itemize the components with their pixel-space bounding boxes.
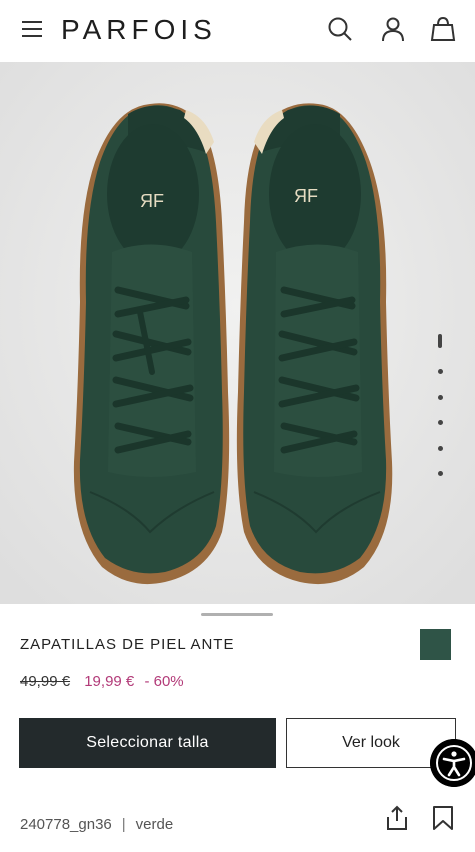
gallery-dot[interactable] [438,446,443,451]
accessibility-icon[interactable] [430,739,475,787]
sale-price: 19,99 € [84,673,135,690]
bag-icon[interactable] [430,16,456,42]
insole-logo-right: ЯF [294,186,318,206]
menu-icon[interactable] [22,20,42,38]
color-swatch[interactable] [420,629,451,660]
gallery-dot[interactable] [438,420,443,425]
gallery-dot[interactable] [438,395,443,400]
bookmark-icon[interactable] [431,806,455,830]
product-image[interactable]: ЯF ЯF [0,62,475,604]
share-icon[interactable] [385,805,409,831]
insole-logo: ЯF [140,191,164,211]
color-name: verde [135,816,174,833]
sneakers-photo: ЯF ЯF [0,62,475,604]
reference-row: 240778_gn36 | verde [20,816,173,833]
gallery-dot-active[interactable] [438,334,442,348]
old-price: 49,99 € [20,673,71,690]
gallery-dot[interactable] [438,369,443,374]
sheet-drag-handle[interactable] [201,613,273,616]
user-icon[interactable] [380,16,406,42]
gallery-dot[interactable] [438,471,443,476]
product-title: ZAPATILLAS DE PIEL ANTE [20,636,235,653]
brand-logo[interactable]: PARFOIS [61,14,217,46]
top-header: PARFOIS [0,0,475,62]
reference-separator: | [121,816,126,833]
search-icon[interactable] [327,16,353,42]
select-size-button[interactable]: Seleccionar talla [19,718,276,768]
discount-label: - 60% [144,673,184,690]
price-row: 49,99 € 19,99 € - 60% [20,673,184,690]
product-reference: 240778_gn36 [20,816,112,833]
